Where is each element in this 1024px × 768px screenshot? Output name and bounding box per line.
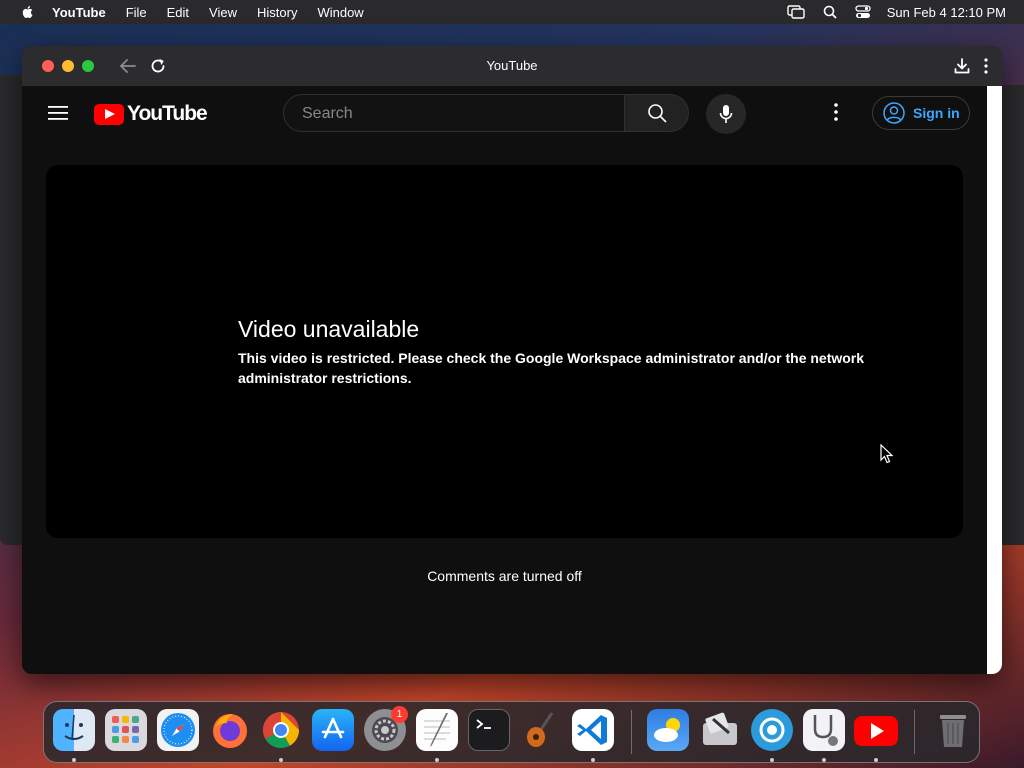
- running-indicator: [874, 758, 878, 762]
- background-window: [0, 75, 24, 545]
- system-information-icon[interactable]: [803, 709, 845, 751]
- close-window-button[interactable]: [42, 60, 54, 72]
- error-message: This video is restricted. Please check t…: [238, 350, 865, 386]
- youtube-app-icon[interactable]: [852, 709, 900, 751]
- dock: 1: [43, 701, 980, 763]
- vscode-icon[interactable]: [572, 709, 614, 751]
- browser-menu-icon[interactable]: [984, 58, 988, 74]
- network-icon[interactable]: [751, 709, 793, 751]
- menubar-clock[interactable]: Sun Feb 4 12:10 PM: [887, 5, 1006, 20]
- running-indicator: [770, 758, 774, 762]
- sign-in-label: Sign in: [913, 105, 960, 121]
- app-store-icon[interactable]: [312, 709, 354, 751]
- menu-view[interactable]: View: [209, 5, 237, 20]
- video-player[interactable]: Video unavailable This video is restrict…: [46, 165, 963, 538]
- traffic-lights: [42, 60, 102, 72]
- menu-bar: YouTube File Edit View History Window Su…: [0, 0, 1024, 24]
- menu-window[interactable]: Window: [317, 5, 363, 20]
- running-indicator: [435, 758, 439, 762]
- running-indicator: [591, 758, 595, 762]
- youtube-wordmark: YouTube: [127, 102, 208, 125]
- back-arrow-icon[interactable]: [120, 59, 136, 73]
- disk-utility-icon[interactable]: [699, 709, 741, 751]
- minimize-window-button[interactable]: [62, 60, 74, 72]
- background-window-right: [1000, 85, 1024, 545]
- chrome-icon[interactable]: [260, 709, 302, 751]
- menu-app-name[interactable]: YouTube: [52, 5, 106, 20]
- page-content: YouTube Sign in Video unavailable: [22, 86, 987, 674]
- trash-icon[interactable]: [932, 709, 974, 751]
- youtube-logo[interactable]: YouTube: [94, 102, 208, 126]
- terminal-icon[interactable]: [468, 709, 510, 751]
- menu-file[interactable]: File: [126, 5, 147, 20]
- reload-icon[interactable]: [150, 58, 166, 74]
- search-button[interactable]: [625, 94, 689, 132]
- running-indicator: [72, 758, 76, 762]
- screen-mirroring-icon[interactable]: [787, 5, 805, 19]
- dock-separator: [631, 710, 632, 754]
- dock-separator: [914, 710, 915, 754]
- scrollbar-track[interactable]: [987, 86, 1002, 674]
- weather-icon[interactable]: [647, 709, 689, 751]
- running-indicator: [822, 758, 826, 762]
- youtube-play-icon: [94, 103, 124, 125]
- safari-icon[interactable]: [157, 709, 199, 751]
- notification-badge: 1: [391, 706, 408, 723]
- sign-in-button[interactable]: Sign in: [872, 96, 970, 130]
- window-title: YouTube: [486, 58, 538, 73]
- voice-search-button[interactable]: [706, 94, 746, 134]
- title-bar[interactable]: YouTube: [22, 46, 1002, 86]
- finder-icon[interactable]: [53, 709, 95, 751]
- youtube-header: YouTube Sign in: [22, 86, 987, 142]
- hamburger-menu-icon[interactable]: [48, 105, 68, 126]
- running-indicator: [279, 758, 283, 762]
- search-box: [283, 94, 625, 133]
- spotlight-search-icon[interactable]: [823, 5, 837, 19]
- zoom-window-button[interactable]: [82, 60, 94, 72]
- garageband-icon[interactable]: [520, 709, 562, 751]
- search-icon: [647, 104, 667, 123]
- error-title: Video unavailable: [238, 316, 420, 342]
- menu-history[interactable]: History: [257, 5, 297, 20]
- textedit-icon[interactable]: [416, 709, 458, 751]
- menu-edit[interactable]: Edit: [167, 5, 189, 20]
- account-circle-icon: [883, 102, 905, 124]
- download-icon[interactable]: [954, 58, 970, 74]
- control-center-icon[interactable]: [855, 5, 871, 19]
- firefox-icon[interactable]: [209, 709, 251, 751]
- mouse-pointer-icon: [880, 443, 894, 469]
- settings-kebab-icon[interactable]: [834, 103, 838, 126]
- search-input[interactable]: [300, 95, 614, 133]
- launchpad-icon[interactable]: [105, 709, 147, 751]
- microphone-icon: [719, 105, 733, 123]
- comments-status: Comments are turned off: [427, 568, 582, 584]
- browser-window: YouTube YouTube Search Sign in Video una…: [22, 46, 1002, 674]
- apple-menu-icon[interactable]: [18, 5, 38, 19]
